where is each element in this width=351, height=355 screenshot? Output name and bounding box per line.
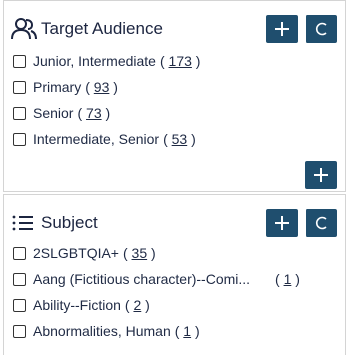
target-audience-header: Target Audience (11, 15, 337, 43)
facet-option[interactable]: Senior( 73 ) (33, 105, 110, 121)
facet-option[interactable]: Primary( 93 ) (33, 79, 118, 95)
facet-label: 2SLGBTQIA+ (33, 245, 119, 261)
facet-count: ( 173 ) (159, 53, 201, 69)
checkbox[interactable] (13, 299, 26, 312)
checkbox[interactable] (13, 325, 26, 338)
count-value: 73 (86, 105, 102, 121)
target-audience-panel: Target Audience Junior, Intermediate( 17… (3, 0, 346, 192)
subject-title: Subject (41, 213, 98, 232)
count-value: 35 (131, 245, 148, 261)
checkbox[interactable] (13, 247, 26, 260)
facet-label: Aang (Fictitious character)--Comi... (33, 271, 251, 287)
facet-count: ( 35 ) (122, 245, 156, 261)
facet-count: ( 1 ) (174, 323, 200, 339)
checkbox[interactable] (13, 107, 26, 120)
count-value: 173 (168, 53, 192, 69)
count-value: 2 (133, 297, 142, 313)
facet-label: Senior (33, 105, 74, 121)
list-icon (11, 211, 37, 235)
add-subject-button[interactable] (266, 209, 298, 237)
list-item: Junior, Intermediate( 173 ) (13, 53, 335, 79)
list-item: Senior( 73 ) (13, 105, 335, 131)
facet-option[interactable]: Abnormalities, Human( 1 ) (33, 323, 200, 339)
list-item: Abnormalities, Human( 1 ) (13, 323, 335, 349)
users-icon (11, 17, 37, 41)
subject-header: Subject (11, 209, 337, 237)
list-item: Aang (Fictitious character)--Comi... ( 1… (13, 271, 335, 297)
plus-icon (275, 216, 289, 230)
facet-count: ( 53 ) (163, 131, 196, 147)
checkbox[interactable] (13, 133, 26, 146)
clear-target-audience-button[interactable] (305, 15, 337, 43)
list-item: Primary( 93 ) (13, 79, 335, 105)
plus-icon (275, 22, 289, 36)
facet-count: ( 73 ) (77, 105, 111, 121)
facet-option[interactable]: 2SLGBTQIA+( 35 ) (33, 245, 156, 261)
list-item: Intermediate, Senior( 53 ) (13, 131, 335, 157)
facet-label: Abnormalities, Human (33, 323, 171, 339)
add-target-audience-button[interactable] (266, 15, 298, 43)
checkbox[interactable] (13, 81, 26, 94)
target-audience-title: Target Audience (41, 19, 163, 38)
count-value: 1 (183, 323, 192, 339)
facet-option[interactable]: Intermediate, Senior( 53 ) (33, 131, 196, 147)
facet-count: ( 1 ) (275, 271, 300, 287)
facet-label: Ability--Fiction (33, 297, 121, 313)
count-value: 1 (283, 271, 292, 287)
subject-panel: Subject 2SLGBTQIA+( 35 ) Aang (Fictitiou… (3, 194, 346, 355)
clear-subject-button[interactable] (305, 209, 337, 237)
c-icon (315, 216, 327, 230)
facet-option[interactable]: Aang (Fictitious character)--Comi... (33, 271, 250, 287)
c-icon (315, 22, 327, 36)
show-more-target-audience-button[interactable] (305, 161, 337, 189)
checkbox[interactable] (13, 273, 26, 286)
count-value: 53 (171, 131, 188, 147)
facet-option[interactable]: Ability--Fiction( 2 ) (33, 297, 150, 313)
facet-count: ( 2 ) (124, 297, 150, 313)
subject-list: 2SLGBTQIA+( 35 ) Aang (Fictitious charac… (13, 245, 335, 349)
list-item: Ability--Fiction( 2 ) (13, 297, 335, 323)
count-value: 93 (93, 79, 110, 95)
facet-label: Junior, Intermediate (33, 53, 156, 69)
facet-option[interactable]: Junior, Intermediate( 173 ) (33, 53, 200, 69)
plus-icon (314, 168, 328, 182)
facet-label: Primary (33, 79, 82, 95)
facet-count: ( 93 ) (85, 79, 118, 95)
target-audience-list: Junior, Intermediate( 173 ) Primary( 93 … (13, 53, 335, 157)
facet-label: Intermediate, Senior (33, 131, 160, 147)
list-item: 2SLGBTQIA+( 35 ) (13, 245, 335, 271)
checkbox[interactable] (13, 55, 26, 68)
